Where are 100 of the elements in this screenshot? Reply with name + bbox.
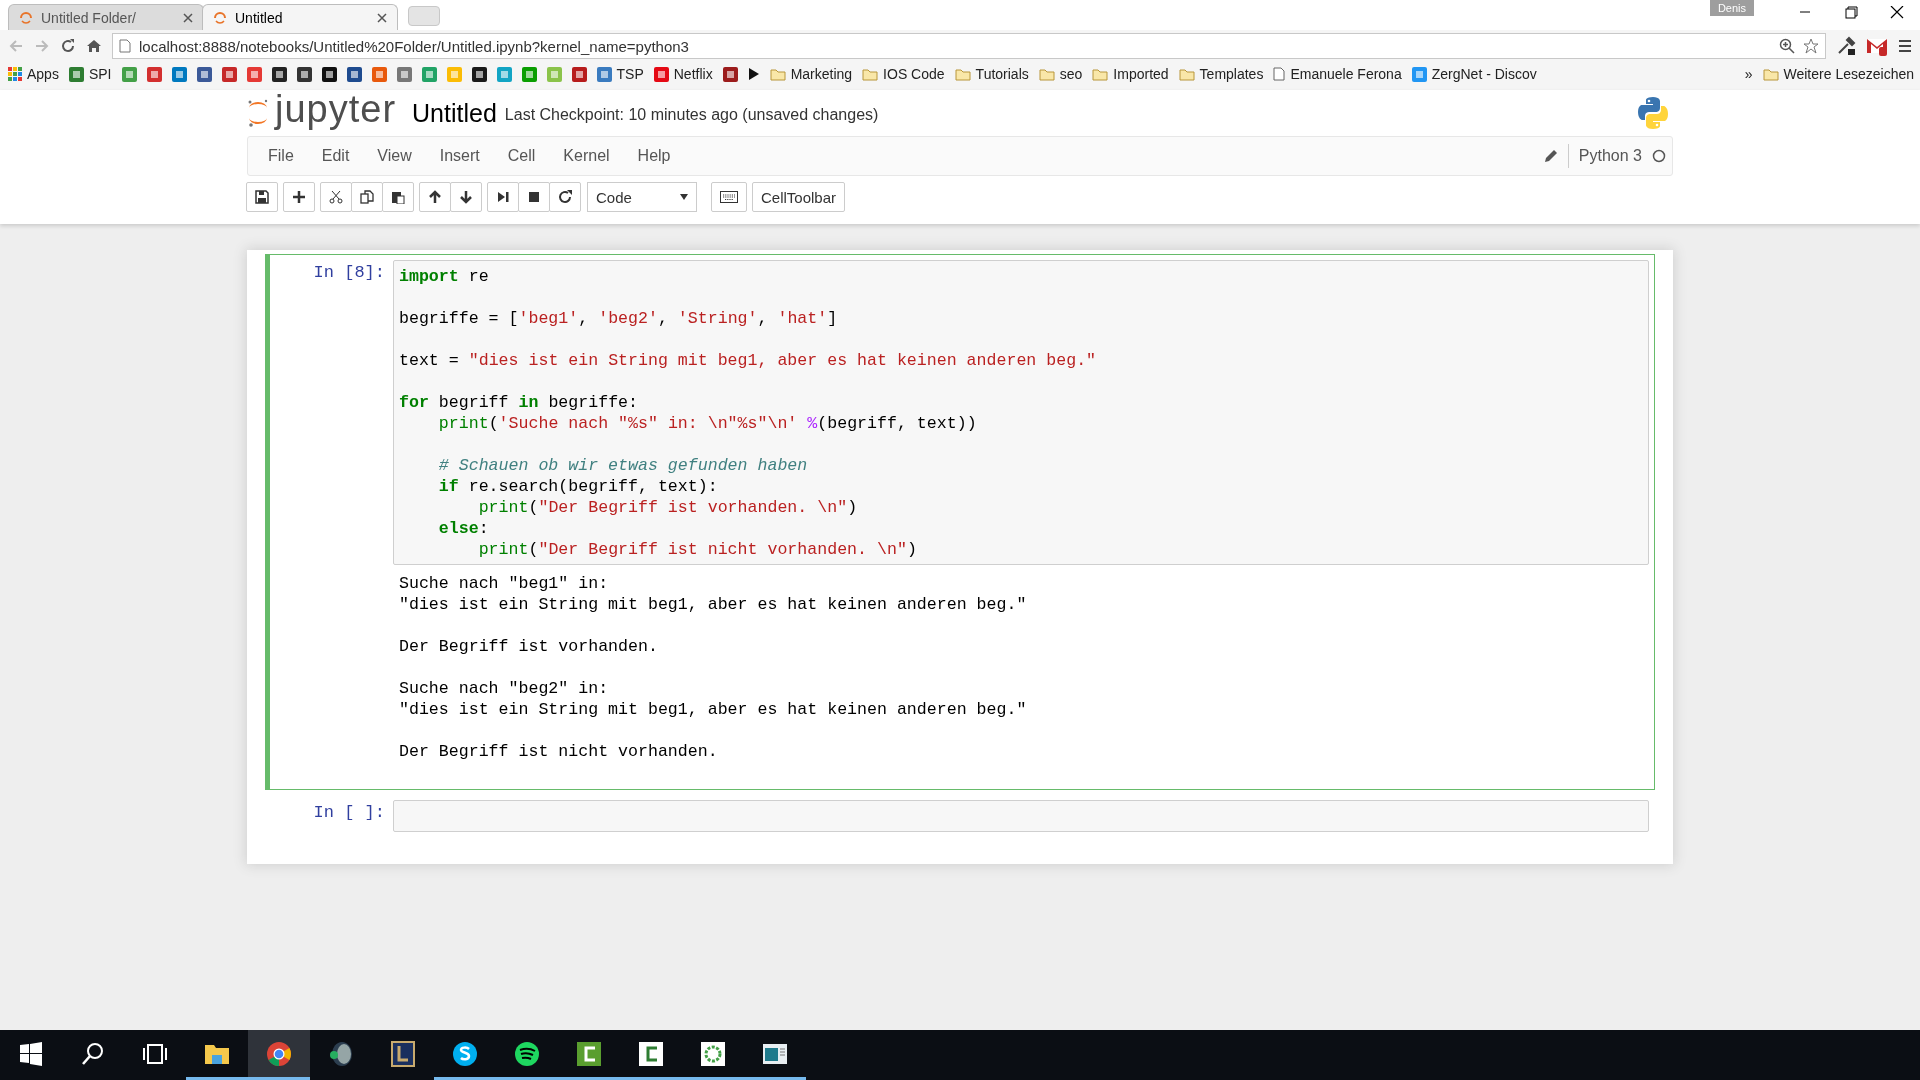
code-line: # Schauen ob wir etwas gefunden haben bbox=[437, 455, 808, 476]
bookmark[interactable]: ZergNet - Discov bbox=[1409, 66, 1539, 82]
bookmark[interactable]: Weitere Lesezeichen bbox=[1760, 66, 1916, 82]
bookmark[interactable]: Marketing bbox=[767, 66, 855, 82]
folder-icon bbox=[769, 67, 786, 81]
site-icon bbox=[68, 66, 84, 82]
browser-tab[interactable]: Untitled bbox=[202, 4, 398, 30]
site-icon[interactable] bbox=[321, 66, 337, 82]
pencil-icon[interactable] bbox=[1543, 149, 1558, 163]
kernel-name[interactable]: Python 3 bbox=[1578, 147, 1642, 165]
browser-tab[interactable]: Untitled Folder/ bbox=[8, 4, 204, 30]
paste-icon bbox=[391, 190, 405, 204]
site-icon[interactable] bbox=[471, 66, 487, 82]
bookmark[interactable]: TSP bbox=[594, 66, 646, 82]
menu-item[interactable]: Help bbox=[623, 147, 685, 165]
bookmark[interactable]: seo bbox=[1036, 66, 1085, 82]
code-line: print("Der Begriff ist nicht vorhanden. \n") bbox=[477, 539, 917, 560]
add-button[interactable] bbox=[283, 182, 315, 212]
code-line: print("Der Begriff ist vorhanden. \n") bbox=[477, 497, 858, 518]
menu-item[interactable]: Kernel bbox=[549, 147, 624, 165]
apps-icon bbox=[8, 67, 22, 81]
run-button[interactable] bbox=[487, 182, 519, 212]
cell-type-dropdown[interactable]: Code bbox=[587, 182, 697, 212]
code-line: if re.search(begriff, text): bbox=[437, 476, 718, 497]
output-line: "dies ist ein String mit beg1, aber es hat keinen anderen beg." bbox=[399, 699, 1027, 720]
python-logo-icon bbox=[1637, 96, 1669, 130]
move-down-button[interactable] bbox=[450, 182, 482, 212]
notebook-cell[interactable] bbox=[265, 254, 1655, 790]
code-input[interactable] bbox=[393, 260, 1649, 565]
restart-button[interactable] bbox=[549, 182, 581, 212]
stop-icon bbox=[527, 190, 541, 204]
bookmark[interactable]: Imported bbox=[1090, 66, 1171, 82]
tab-title: Untitled Folder/ bbox=[41, 9, 137, 26]
keyboard-button[interactable] bbox=[711, 182, 747, 212]
url-text: localhost:8888/notebooks/Untitled%20Folder/Untitled.ipynb?kernel_name=python3 bbox=[139, 37, 690, 55]
bookmark[interactable]: Apps bbox=[6, 66, 61, 82]
notebook-cell[interactable]: In [ ]: bbox=[265, 794, 1655, 838]
input-prompt: In [ ]: bbox=[312, 802, 386, 824]
close-icon[interactable] bbox=[377, 12, 387, 23]
move-up-button[interactable] bbox=[419, 182, 451, 212]
reload-icon[interactable] bbox=[60, 38, 76, 54]
site-icon[interactable] bbox=[196, 66, 212, 82]
bookmark[interactable]: IOS Code bbox=[860, 66, 947, 82]
add-icon bbox=[292, 190, 306, 204]
caret-icon bbox=[680, 194, 688, 200]
code-line: text = "dies ist ein String mit beg1, aber es hat keinen anderen beg." bbox=[399, 350, 1097, 371]
code-line: print('Suche nach "%s" in: \n"%s"\n' %(begriff, text)) bbox=[437, 413, 977, 434]
restore-icon[interactable] bbox=[1842, 5, 1860, 19]
cut-icon bbox=[329, 190, 343, 204]
spotify-icon bbox=[513, 1039, 541, 1068]
paste-button[interactable] bbox=[382, 182, 414, 212]
site-icon[interactable] bbox=[271, 66, 287, 82]
celltoolbar-button[interactable]: CellToolbar bbox=[752, 182, 846, 212]
restart-icon bbox=[558, 190, 572, 204]
logo-text[interactable]: jupyter bbox=[275, 90, 397, 128]
bookmark[interactable]: SPI bbox=[66, 66, 114, 82]
site-icon bbox=[1411, 66, 1427, 82]
menu-item[interactable]: Cell bbox=[493, 147, 550, 165]
more-bookmarks-button[interactable]: » bbox=[1742, 66, 1755, 82]
site-icon[interactable] bbox=[296, 66, 312, 82]
menu-item[interactable]: Edit bbox=[307, 147, 364, 165]
page-icon bbox=[119, 39, 131, 53]
shield-icon bbox=[389, 1039, 417, 1068]
bookmark[interactable]: Tutorials bbox=[952, 66, 1031, 82]
zoom-icon[interactable] bbox=[1779, 38, 1795, 54]
save-button[interactable] bbox=[246, 182, 278, 212]
menu-icon[interactable] bbox=[1898, 38, 1912, 54]
address-bar[interactable]: localhost:8888/notebooks/Untitled%20Folder/Untitled.ipynb?kernel_name=python3 bbox=[112, 33, 1826, 59]
output-line: "dies ist ein String mit beg1, aber es hat keinen anderen beg." bbox=[399, 594, 1027, 615]
move-down-icon bbox=[459, 190, 473, 204]
bookmark[interactable]: Emanuele Ferona bbox=[1271, 66, 1404, 82]
menu-item[interactable]: View bbox=[363, 147, 426, 165]
bookmark[interactable]: Netflix bbox=[651, 66, 715, 82]
site-icon[interactable] bbox=[571, 66, 587, 82]
site-icon bbox=[653, 66, 669, 82]
output-line: Der Begriff ist vorhanden. bbox=[399, 636, 658, 657]
star-icon[interactable] bbox=[1803, 38, 1819, 54]
menu-item[interactable]: File bbox=[254, 147, 308, 165]
output-line: Der Begriff ist nicht vorhanden. bbox=[399, 741, 718, 762]
run-icon bbox=[496, 190, 510, 204]
taskbar-app[interactable] bbox=[248, 1030, 310, 1080]
site-icon[interactable] bbox=[722, 66, 738, 82]
bookmark[interactable]: Templates bbox=[1176, 66, 1266, 82]
notebook-title[interactable]: Untitled bbox=[412, 98, 497, 128]
menu-item[interactable]: Insert bbox=[425, 147, 494, 165]
play-icon[interactable] bbox=[747, 67, 760, 81]
cut-button[interactable] bbox=[320, 182, 352, 212]
close-icon[interactable] bbox=[1888, 5, 1906, 19]
stop-button[interactable] bbox=[518, 182, 550, 212]
tab-title: Untitled bbox=[235, 9, 284, 26]
code-line: import re bbox=[399, 266, 489, 287]
loading-icon bbox=[19, 10, 33, 25]
mail-icon[interactable] bbox=[1866, 36, 1888, 56]
code-input[interactable] bbox=[393, 800, 1649, 832]
output-line: Suche nach "beg2" in: bbox=[399, 678, 609, 699]
copy-button[interactable] bbox=[351, 182, 383, 212]
home-icon[interactable] bbox=[86, 38, 102, 54]
site-icon[interactable] bbox=[346, 66, 362, 82]
start-icon bbox=[17, 1039, 45, 1068]
skype-icon bbox=[451, 1039, 479, 1068]
